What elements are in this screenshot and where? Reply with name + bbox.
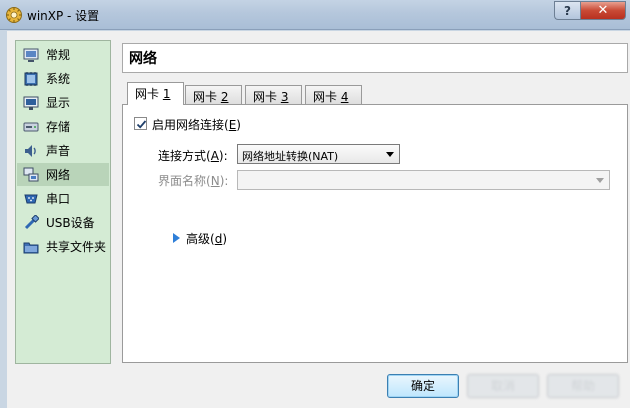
- tab-accel: 4: [340, 90, 349, 104]
- sidebar-item-general[interactable]: 常规: [17, 43, 109, 66]
- settings-content: 网络 网卡 1 网卡 2 网卡 3 网卡 4 启用网络连接(E) 连接方式(A)…: [122, 40, 628, 364]
- window-title: winXP - 设置: [27, 9, 100, 23]
- tab-label: 网卡: [135, 87, 163, 101]
- accel-key: E: [228, 118, 237, 132]
- sidebar-item-label: 存储: [46, 120, 71, 134]
- accel-key: N: [210, 174, 220, 188]
- sidebar-item-shared-folders[interactable]: 共享文件夹: [17, 235, 109, 258]
- sidebar-item-display[interactable]: 显示: [17, 91, 109, 114]
- display-icon: [23, 95, 39, 111]
- title-bar: winXP - 设置 ? ✕: [0, 0, 630, 30]
- sidebar-item-network[interactable]: 网络: [17, 163, 109, 186]
- page-title-box: 网络: [122, 43, 628, 73]
- sidebar-item-label: 显示: [46, 96, 71, 110]
- sidebar-item-system[interactable]: 系统: [17, 67, 109, 90]
- label-text: 界面名称: [158, 174, 207, 188]
- system-icon: [23, 71, 39, 87]
- tab-adapter-1[interactable]: 网卡 1: [127, 82, 184, 105]
- attachment-select[interactable]: 网络地址转换(NAT): [237, 144, 400, 164]
- label-text: 连接方式: [158, 149, 207, 163]
- label-text: 启用网络连接: [152, 118, 225, 132]
- audio-icon: [23, 143, 39, 159]
- adapter-panel: 启用网络连接(E) 连接方式(A): 网络地址转换(NAT) 界面名称(N): …: [122, 104, 628, 363]
- usb-icon: [23, 214, 39, 231]
- ok-button[interactable]: 确定: [387, 374, 459, 398]
- interface-name-label: 界面名称(N):: [158, 174, 229, 188]
- shared-folder-icon: [23, 239, 39, 255]
- dialog-body: 常规 系统 显示 存储 声音 网络 串口 USB设备 共享文件夹 网络 网卡 1…: [7, 31, 630, 408]
- page-title: 网络: [129, 51, 157, 67]
- virtualbox-icon: [5, 6, 23, 24]
- accel-key: A: [210, 149, 219, 163]
- tab-adapter-3[interactable]: 网卡 3: [245, 85, 302, 104]
- tab-label: 网卡: [193, 90, 221, 104]
- close-button[interactable]: ✕: [580, 1, 626, 20]
- sidebar-item-storage[interactable]: 存储: [17, 115, 109, 138]
- network-icon: [23, 167, 39, 183]
- tab-accel: 2: [220, 90, 229, 104]
- enable-network-label[interactable]: 启用网络连接(E): [152, 116, 241, 133]
- attachment-value: 网络地址转换(NAT): [242, 150, 339, 163]
- sidebar-item-audio[interactable]: 声音: [17, 139, 109, 162]
- serial-port-icon: [23, 191, 39, 207]
- accel-key: d: [214, 232, 223, 246]
- help-button[interactable]: 帮助: [547, 374, 619, 398]
- label-text: 高级: [186, 232, 211, 246]
- sidebar-item-label: USB设备: [46, 216, 95, 230]
- expand-triangle-icon[interactable]: [173, 233, 180, 243]
- sidebar-item-usb[interactable]: USB设备: [17, 211, 109, 234]
- sidebar-item-label: 串口: [46, 192, 71, 206]
- sidebar-item-label: 常规: [46, 48, 71, 62]
- sidebar-item-label: 声音: [46, 144, 71, 158]
- cancel-button[interactable]: 取消: [467, 374, 539, 398]
- chevron-down-icon: [386, 152, 394, 157]
- tab-label: 网卡: [253, 90, 281, 104]
- tab-label: 网卡: [313, 90, 341, 104]
- tab-adapter-2[interactable]: 网卡 2: [185, 85, 242, 104]
- tab-accel: 1: [162, 87, 171, 101]
- settings-sidebar: 常规 系统 显示 存储 声音 网络 串口 USB设备 共享文件夹: [15, 40, 111, 364]
- enable-network-checkbox[interactable]: [134, 117, 147, 130]
- chevron-down-icon: [596, 178, 604, 183]
- storage-icon: [23, 119, 39, 135]
- help-title-button[interactable]: ?: [554, 1, 580, 20]
- general-icon: [23, 47, 39, 63]
- interface-name-select[interactable]: [237, 170, 610, 190]
- tab-accel: 3: [280, 90, 289, 104]
- tab-adapter-4[interactable]: 网卡 4: [305, 85, 362, 104]
- sidebar-item-label: 系统: [46, 72, 71, 86]
- sidebar-item-serial-port[interactable]: 串口: [17, 187, 109, 210]
- sidebar-item-label: 网络: [46, 168, 71, 182]
- attachment-label: 连接方式(A):: [158, 149, 228, 163]
- sidebar-item-label: 共享文件夹: [46, 240, 107, 254]
- advanced-toggle[interactable]: 高级(d): [186, 230, 227, 247]
